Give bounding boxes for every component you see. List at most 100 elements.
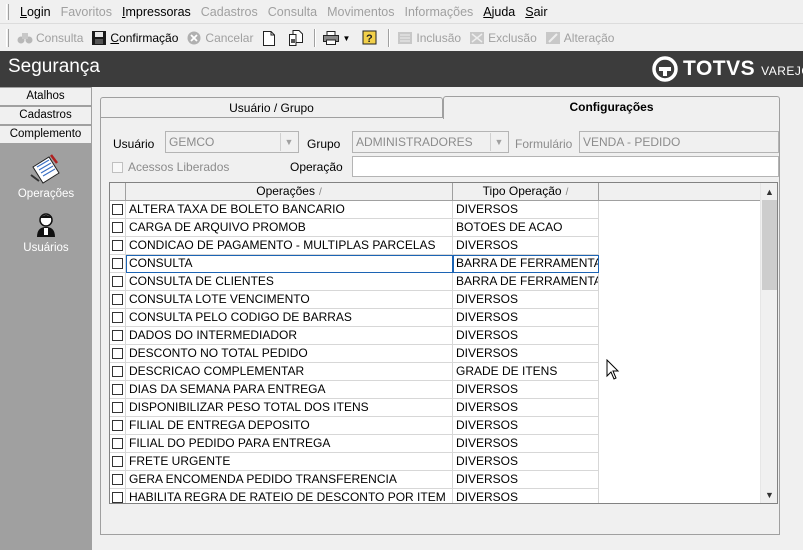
- row-checkbox[interactable]: [112, 492, 123, 503]
- table-row[interactable]: HABILITA REGRA DE RATEIO DE DESCONTO POR…: [110, 489, 760, 503]
- row-checkbox[interactable]: [112, 276, 123, 287]
- tab-configuracoes[interactable]: Configurações: [443, 96, 780, 119]
- sort-icon: /: [565, 187, 569, 198]
- table-row[interactable]: CONSULTA DE CLIENTES BARRA DE FERRAMENTAS: [110, 273, 760, 291]
- usuario-value: GEMCO: [169, 135, 215, 149]
- operacao-input[interactable]: [352, 156, 779, 177]
- new-document-icon: [261, 30, 277, 46]
- table-row[interactable]: DESCONTO NO TOTAL PEDIDO DIVERSOS: [110, 345, 760, 363]
- menu-impressoras[interactable]: Impressoras: [117, 5, 196, 19]
- svg-text:?: ?: [366, 33, 373, 45]
- chevron-down-icon[interactable]: ▼: [342, 34, 350, 43]
- row-checkbox[interactable]: [112, 438, 123, 449]
- table-row[interactable]: CARGA DE ARQUIVO PROMOB BOTOES DE ACAO: [110, 219, 760, 237]
- logo-subtitle: VAREJO: [761, 63, 803, 78]
- table-row[interactable]: CONSULTA BARRA DE FERRAMENTAS: [110, 255, 760, 273]
- scroll-down-icon[interactable]: ▼: [761, 486, 777, 503]
- operation-type-cell: DIVERSOS: [453, 489, 599, 503]
- table-row[interactable]: DADOS DO INTERMEDIADOR DIVERSOS: [110, 327, 760, 345]
- header-operacoes[interactable]: Operações /: [126, 183, 453, 200]
- delete-icon: [469, 30, 485, 46]
- row-checkbox[interactable]: [112, 240, 123, 251]
- copy-document-button[interactable]: [284, 27, 311, 49]
- vertical-scrollbar[interactable]: ▲ ▼: [760, 183, 777, 503]
- grupo-label: Grupo: [307, 137, 341, 151]
- menu-login[interactable]: Login: [15, 5, 56, 19]
- row-check-cell: [110, 345, 126, 363]
- table-row[interactable]: CONSULTA PELO CODIGO DE BARRAS DIVERSOS: [110, 309, 760, 327]
- row-checkbox[interactable]: [112, 312, 123, 323]
- table-row[interactable]: FILIAL DO PEDIDO PARA ENTREGA DIVERSOS: [110, 435, 760, 453]
- table-row[interactable]: DESCRICAO COMPLEMENTAR GRADE DE ITENS: [110, 363, 760, 381]
- row-check-cell: [110, 309, 126, 327]
- row-checkbox[interactable]: [112, 222, 123, 233]
- row-checkbox[interactable]: [112, 384, 123, 395]
- table-row[interactable]: FRETE URGENTE DIVERSOS: [110, 453, 760, 471]
- sidebar-section-complemento[interactable]: Complemento: [0, 126, 91, 144]
- exclusao-label: Exclusão: [488, 31, 537, 45]
- help-button[interactable]: ?: [358, 27, 385, 49]
- operation-type-cell: DIVERSOS: [453, 291, 599, 309]
- printer-icon: [323, 30, 340, 46]
- table-row[interactable]: CONDICAO DE PAGAMENTO - MULTIPLAS PARCEL…: [110, 237, 760, 255]
- table-row[interactable]: DIAS DA SEMANA PARA ENTREGA DIVERSOS: [110, 381, 760, 399]
- row-checkbox[interactable]: [112, 420, 123, 431]
- row-check-cell: [110, 417, 126, 435]
- sidebar: Atalhos Cadastros Complemento Operações …: [0, 87, 92, 550]
- scroll-up-icon[interactable]: ▲: [761, 183, 777, 200]
- sidebar-section-atalhos[interactable]: Atalhos: [0, 88, 91, 106]
- menu-informacoes: Informações: [404, 4, 474, 19]
- operacao-label: Operação: [290, 160, 343, 174]
- operation-cell: HABILITA REGRA DE RATEIO DE DESCONTO POR…: [126, 489, 453, 503]
- operation-type-cell: DIVERSOS: [453, 417, 599, 435]
- usuario-select: GEMCO ▼: [165, 131, 299, 153]
- menu-sair-label: air: [533, 4, 548, 19]
- row-checkbox[interactable]: [112, 474, 123, 485]
- sidebar-section-cadastros[interactable]: Cadastros: [0, 107, 91, 125]
- sidebar-item-usuarios[interactable]: Usuários: [0, 210, 92, 254]
- operation-cell: FILIAL DE ENTREGA DEPOSITO: [126, 417, 453, 435]
- row-checkbox[interactable]: [112, 366, 123, 377]
- totvs-logo-icon: [652, 56, 678, 82]
- scroll-thumb[interactable]: [762, 200, 777, 290]
- row-checkbox[interactable]: [112, 204, 123, 215]
- operation-type-cell: GRADE DE ITENS: [453, 363, 599, 381]
- row-check-cell: [110, 399, 126, 417]
- row-checkbox[interactable]: [112, 402, 123, 413]
- operation-cell: DESCRICAO COMPLEMENTAR: [126, 363, 453, 381]
- menu-sair[interactable]: Sair: [520, 5, 552, 19]
- header-tipo-label: Tipo Operação: [482, 184, 562, 198]
- operation-type-cell: DIVERSOS: [453, 345, 599, 363]
- confirmacao-button[interactable]: Confirmação: [87, 27, 182, 49]
- row-check-cell: [110, 363, 126, 381]
- header-tipo-operacao[interactable]: Tipo Operação /: [453, 183, 599, 200]
- sidebar-item-operacoes-label: Operações: [17, 188, 75, 200]
- exclusao-button: Exclusão: [465, 27, 541, 49]
- menu-ajuda[interactable]: Ajuda: [478, 5, 520, 19]
- row-checkbox[interactable]: [112, 348, 123, 359]
- table-row[interactable]: ALTERA TAXA DE BOLETO BANCARIO DIVERSOS: [110, 201, 760, 219]
- sidebar-item-operacoes[interactable]: Operações: [0, 152, 92, 200]
- row-checkbox[interactable]: [112, 294, 123, 305]
- row-checkbox[interactable]: [112, 330, 123, 341]
- row-check-cell: [110, 255, 126, 273]
- operation-cell: FILIAL DO PEDIDO PARA ENTREGA: [126, 435, 453, 453]
- tab-usuario-grupo[interactable]: Usuário / Grupo: [100, 97, 443, 118]
- menu-bar: Login Favoritos Impressoras Cadastros Co…: [0, 0, 803, 24]
- table-row[interactable]: GERA ENCOMENDA PEDIDO TRANSFERENCIA DIVER…: [110, 471, 760, 489]
- cancel-icon: [186, 30, 202, 46]
- row-checkbox[interactable]: [112, 456, 123, 467]
- new-document-button[interactable]: [257, 27, 284, 49]
- print-button[interactable]: ▼: [319, 27, 358, 49]
- operation-cell: CONSULTA: [126, 255, 453, 273]
- tab-strip: Usuário / Grupo Configurações: [100, 96, 780, 119]
- table-row[interactable]: FILIAL DE ENTREGA DEPOSITO DIVERSOS: [110, 417, 760, 435]
- confirmacao-label: onfirmação: [119, 31, 179, 45]
- table-row[interactable]: CONSULTA LOTE VENCIMENTO DIVERSOS: [110, 291, 760, 309]
- row-check-cell: [110, 219, 126, 237]
- operation-type-cell: DIVERSOS: [453, 381, 599, 399]
- sidebar-item-usuarios-label: Usuários: [23, 242, 69, 254]
- toolbar-grip: [6, 29, 9, 47]
- table-row[interactable]: DISPONIBILIZAR PESO TOTAL DOS ITENS DIVER…: [110, 399, 760, 417]
- row-checkbox[interactable]: [112, 258, 123, 269]
